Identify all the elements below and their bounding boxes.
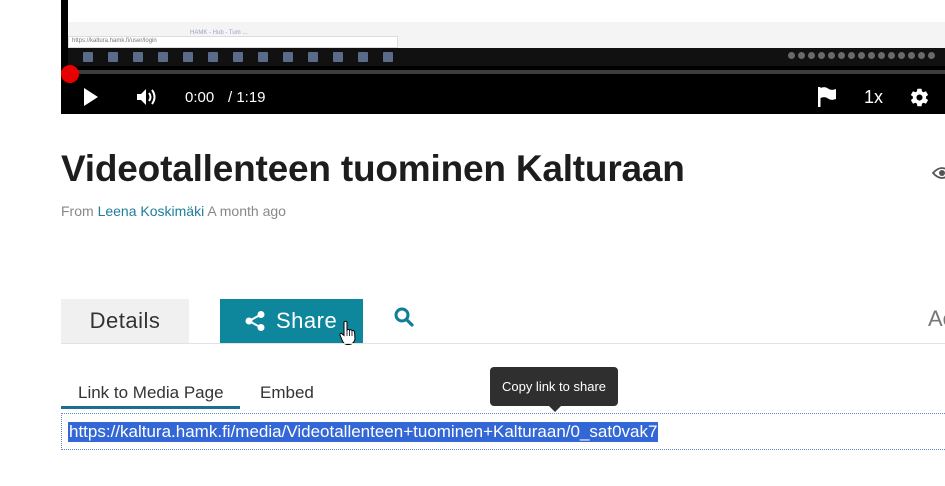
- video-frame-url: https://kaltura.hamk.fi/user/login: [68, 36, 398, 48]
- share-icon: [245, 311, 265, 331]
- app-icon: [308, 52, 318, 62]
- app-icon: [333, 52, 343, 62]
- app-icon: [133, 52, 143, 62]
- system-tray: [788, 52, 935, 59]
- duration: / 1:19: [228, 88, 266, 106]
- byline: From Leena Koskimäki A month ago: [61, 203, 286, 219]
- subtab-link-to-media-page[interactable]: Link to Media Page: [78, 383, 224, 403]
- byline-from: From: [61, 203, 94, 219]
- tabs-divider: [61, 343, 945, 344]
- play-icon: [84, 88, 98, 106]
- gear-icon: [910, 88, 928, 106]
- progress-track: [61, 70, 945, 74]
- author-link[interactable]: Leena Koskimäki: [98, 203, 205, 219]
- volume-icon: [137, 89, 156, 105]
- windows-icon: [83, 52, 93, 62]
- search-icon: [108, 52, 118, 62]
- video-frame: HAMK - Hub - Tum ... https://kaltura.ham…: [68, 0, 945, 66]
- video-frame-taskbar: [68, 48, 945, 66]
- app-icon: [258, 52, 268, 62]
- video-player[interactable]: HAMK - Hub - Tum ... https://kaltura.ham…: [61, 0, 945, 114]
- search-icon: [394, 307, 414, 327]
- playback-speed[interactable]: 1x: [864, 80, 883, 114]
- player-controls: 0:00 / 1:19 1x: [61, 80, 945, 114]
- share-link-text[interactable]: https://kaltura.hamk.fi/media/Videotalle…: [68, 422, 659, 442]
- hand-cursor-icon: [339, 320, 357, 351]
- posted-time: A month ago: [207, 203, 286, 219]
- progress-bar[interactable]: [61, 65, 945, 83]
- current-time: 0:00: [185, 88, 215, 106]
- app-icon: [208, 52, 218, 62]
- flag-icon: [818, 87, 836, 107]
- tab-actions[interactable]: Ac: [928, 306, 945, 332]
- search-button[interactable]: [393, 306, 415, 333]
- app-icon: [233, 52, 243, 62]
- flag-button[interactable]: [817, 80, 837, 114]
- page-title: Videotallenteen tuominen Kalturaan: [61, 148, 685, 189]
- tab-share-label: Share: [276, 308, 338, 333]
- copy-link-tooltip: Copy link to share: [490, 367, 618, 406]
- tab-details[interactable]: Details: [61, 299, 189, 343]
- video-frame-page: [68, 0, 945, 22]
- subtab-embed[interactable]: Embed: [260, 383, 314, 403]
- app-icon: [358, 52, 368, 62]
- app-icon: [183, 52, 193, 62]
- play-button[interactable]: [83, 80, 99, 114]
- app-icon: [383, 52, 393, 62]
- subtab-active-indicator: [61, 406, 240, 409]
- app-icon: [283, 52, 293, 62]
- settings-button[interactable]: [909, 80, 930, 114]
- views-icon: [931, 165, 945, 186]
- app-icon: [158, 52, 168, 62]
- volume-button[interactable]: [136, 80, 158, 114]
- tooltip-arrow: [549, 406, 561, 412]
